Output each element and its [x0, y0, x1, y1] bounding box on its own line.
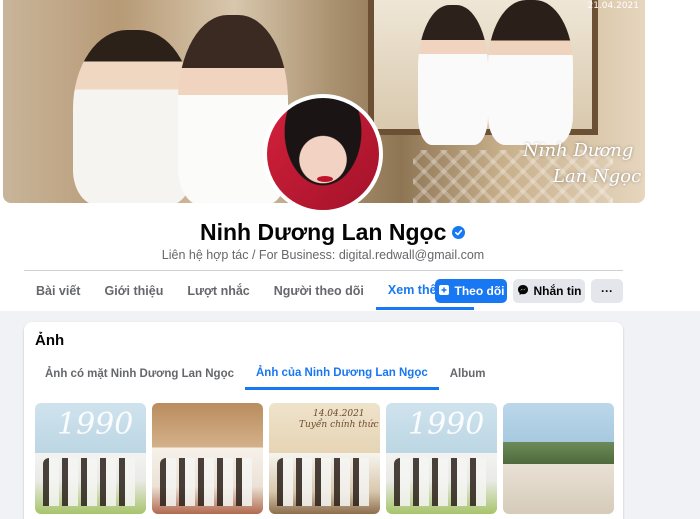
more-options-button[interactable]: ··· — [591, 279, 623, 303]
photo-figures — [43, 458, 138, 506]
cover-figure — [418, 5, 488, 145]
tab-albums[interactable]: Album — [439, 358, 497, 390]
photo-thumbnail[interactable] — [152, 403, 263, 514]
profile-avatar[interactable] — [263, 94, 383, 214]
photo-thumbnail[interactable]: 1990 — [386, 403, 497, 514]
tab-photos-by[interactable]: Ảnh của Ninh Dương Lan Ngọc — [245, 358, 439, 390]
profile-subtitle: Liên hệ hợp tác / For Business: digital.… — [161, 248, 485, 262]
cover-signature-line: Ninh Dương — [523, 140, 634, 161]
follow-label: Theo dõi — [454, 284, 505, 298]
profile-tabs: Bài viết Giới thiệu Lượt nhắc Người theo… — [24, 272, 474, 310]
photos-card: Ảnh Ảnh có mặt Ninh Dương Lan Ngọc Ảnh c… — [24, 322, 623, 519]
photos-tabs: Ảnh có mặt Ninh Dương Lan Ngọc Ảnh của N… — [34, 356, 497, 394]
photo-thumbnail[interactable]: 1990 — [35, 403, 146, 514]
avatar-detail — [317, 176, 333, 182]
profile-name-row: Ninh Dương Lan Ngọc — [200, 219, 466, 246]
tab-posts[interactable]: Bài viết — [24, 272, 92, 310]
profile-name: Ninh Dương Lan Ngọc — [200, 219, 447, 245]
tab-followers[interactable]: Người theo dõi — [262, 272, 376, 310]
photo-figures — [394, 458, 489, 506]
cover-signature: Ninh Dương Lan Ngọc — [523, 138, 643, 190]
cover-figure — [488, 0, 573, 145]
tab-about[interactable]: Giới thiệu — [92, 272, 175, 310]
photo-thumbnail[interactable]: 14.04.2021 Tuyển chính thức — [269, 403, 380, 514]
verified-check-icon — [452, 226, 466, 239]
photo-overlay-line: 14.04.2021 — [312, 409, 365, 419]
cover-signature-line: Lan Ngọc — [553, 166, 642, 187]
cover-date-text: 21.04.2021 — [587, 1, 639, 11]
photo-overlay-line: Tuyển chính thức — [299, 420, 379, 430]
tab-mentions[interactable]: Lượt nhắc — [175, 272, 261, 310]
follow-button[interactable]: Theo dõi — [435, 279, 507, 303]
photo-overlay-text: 1990 — [57, 407, 134, 442]
message-label: Nhắn tin — [533, 284, 582, 298]
divider — [24, 270, 623, 271]
photo-overlay-text: 14.04.2021 Tuyển chính thức — [299, 409, 379, 431]
photo-figures — [160, 458, 255, 506]
more-dots-icon: ··· — [601, 284, 613, 298]
photo-figures — [277, 458, 372, 506]
photo-overlay-text: 1990 — [408, 407, 485, 442]
cover-figure — [73, 30, 193, 203]
photo-thumbnail[interactable] — [503, 403, 614, 514]
follow-icon — [438, 284, 450, 299]
photo-grid: 1990 14.04.2021 Tuyển chính thức 1990 — [35, 403, 614, 514]
messenger-icon — [517, 284, 529, 299]
photos-title: Ảnh — [35, 332, 65, 349]
message-button[interactable]: Nhắn tin — [513, 279, 585, 303]
tab-photos-of[interactable]: Ảnh có mặt Ninh Dương Lan Ngọc — [34, 358, 245, 390]
